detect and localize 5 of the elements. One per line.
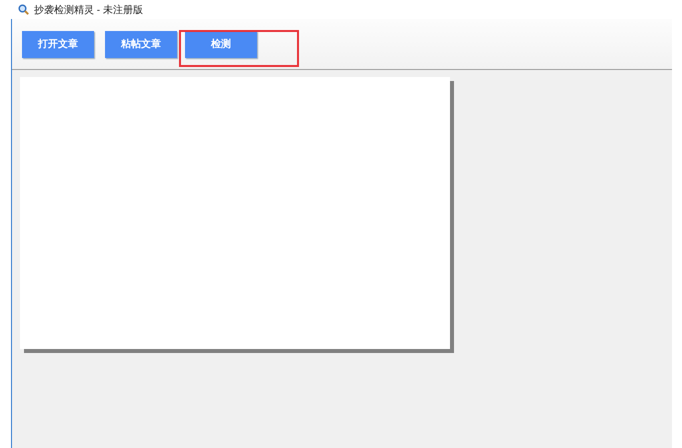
search-icon [18,4,29,15]
toolbar-button[interactable]: 打开文章 [22,30,94,58]
window-title: 抄袭检测精灵 - 未注册版 [34,4,143,16]
toolbar-button[interactable]: 检测 [185,30,257,58]
toolbar-button[interactable]: 粘帖文章 [105,30,177,58]
